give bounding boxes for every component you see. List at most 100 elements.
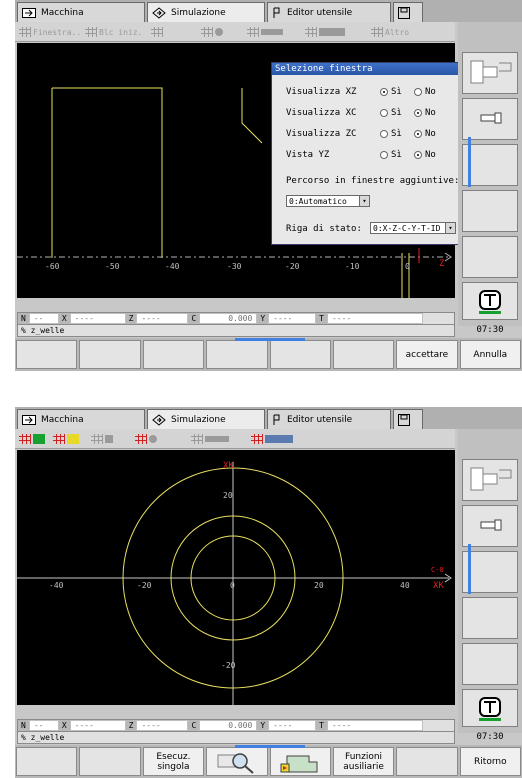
status-row-select[interactable]: 0:X-Z-C-Y-T-ID ▾ xyxy=(370,222,456,234)
tool-holder-icon xyxy=(273,414,280,425)
path-view-button[interactable] xyxy=(191,432,229,446)
path-label: Percorso in finestre aggiuntive: xyxy=(286,176,460,186)
axis-tick-label: 20 xyxy=(314,581,324,590)
softkey-empty-2[interactable] xyxy=(462,597,518,639)
block-display-button[interactable] xyxy=(269,747,331,776)
view-3d-button[interactable] xyxy=(251,432,293,446)
tab-save[interactable] xyxy=(393,409,423,429)
softkey-tool-table[interactable] xyxy=(462,282,518,320)
status-line: N -- X ---- Z ---- C 0.000 Y ---- T ---- % z_w… xyxy=(17,719,455,745)
radio-zc-no[interactable]: No xyxy=(414,129,436,139)
radio-yz-yes[interactable]: Sì xyxy=(380,150,402,160)
axis-tick-label: 40 xyxy=(400,581,410,590)
tab-tool-editor[interactable]: Editor utensile xyxy=(267,409,391,429)
tab-simulation[interactable]: Simulazione xyxy=(147,2,265,22)
stop-button[interactable] xyxy=(91,432,113,446)
softkey-h5[interactable] xyxy=(269,340,331,369)
radio-xz-no[interactable]: No xyxy=(414,87,436,97)
aux-functions-button[interactable]: Funzioni ausiliarie xyxy=(332,747,395,776)
view-3d-button[interactable] xyxy=(305,25,345,39)
tab-simulation[interactable]: Simulazione xyxy=(147,409,265,429)
zoom-button[interactable] xyxy=(206,747,268,776)
axis-xk-top-label: XK xyxy=(223,461,234,471)
softkey-h1[interactable] xyxy=(16,747,78,776)
single-exec-button[interactable]: Esecuz. singola xyxy=(142,747,205,776)
radio-zc-yes[interactable]: Sì xyxy=(380,129,402,139)
solid-icon xyxy=(319,28,345,36)
contour-line xyxy=(52,87,163,258)
status-c: C 0.000 xyxy=(188,313,258,324)
other-button[interactable]: Altro xyxy=(371,25,409,39)
radio-xc-yes[interactable]: Sì xyxy=(380,108,402,118)
softkey-tool[interactable] xyxy=(462,98,518,140)
radio-label: Sì xyxy=(391,87,402,97)
tab-simulation-label: Simulazione xyxy=(171,7,226,18)
part-icon xyxy=(149,435,157,443)
tab-save[interactable] xyxy=(393,2,423,22)
axis-tick-label: 20 xyxy=(223,491,233,500)
radio-yz-no[interactable]: No xyxy=(414,150,436,160)
softkey-machine-view[interactable] xyxy=(462,459,518,501)
softkey-empty-3[interactable] xyxy=(462,643,518,685)
tab-machine[interactable]: Macchina xyxy=(17,409,145,429)
axis-xk-right-label: XK xyxy=(433,581,444,591)
radio-dot xyxy=(414,151,422,159)
softkey-h2[interactable] xyxy=(79,340,141,369)
radio-label: Sì xyxy=(391,129,402,139)
c-label: C xyxy=(188,313,200,324)
grid-icon xyxy=(191,434,203,444)
path-select[interactable]: 0:Automatico ▾ xyxy=(286,195,370,207)
start-button[interactable] xyxy=(19,432,45,446)
part-icon xyxy=(215,28,223,36)
window-select-button[interactable]: Finestra.. xyxy=(19,25,81,39)
dialog-title: Selezione finestra xyxy=(272,63,466,75)
radio-label: No xyxy=(425,108,436,118)
radio-xc-no[interactable]: No xyxy=(414,108,436,118)
x-value: ---- xyxy=(69,313,126,324)
softkey-tool-table[interactable] xyxy=(462,689,518,727)
radio-label: Sì xyxy=(391,108,402,118)
axis-tick-label: -50 xyxy=(105,262,120,271)
row-label-yz: Vista YZ xyxy=(286,150,330,160)
softkey-tool[interactable] xyxy=(462,505,518,547)
y-value: ---- xyxy=(268,313,317,324)
softkey-page-indicator xyxy=(235,745,305,748)
block-start-button[interactable]: Blc iniz. xyxy=(85,25,142,39)
simulation-canvas[interactable]: -40 -20 0 20 40 20 -20 XK C-0 XK xyxy=(17,450,455,705)
radio-dot xyxy=(414,109,422,117)
t-value: ---- xyxy=(326,720,423,731)
z-value: ---- xyxy=(136,313,189,324)
path-view-button[interactable] xyxy=(247,25,283,39)
z-label: Z xyxy=(125,720,137,731)
tab-machine-label: Macchina xyxy=(41,7,84,18)
tool-view-button[interactable] xyxy=(135,432,157,446)
cancel-button[interactable]: Annulla xyxy=(459,340,521,369)
status-row-label: Riga di stato: xyxy=(286,224,362,234)
softkey-empty-2[interactable] xyxy=(462,190,518,232)
simulation-diamond-icon xyxy=(152,413,166,426)
tool-view-button[interactable] xyxy=(201,25,223,39)
t-label: T xyxy=(316,720,327,731)
arrow-right-icon xyxy=(22,7,36,18)
radio-xz-yes[interactable]: Sì xyxy=(380,87,402,97)
softkey-empty-3[interactable] xyxy=(462,236,518,278)
accept-button[interactable]: accettare xyxy=(396,340,458,369)
softkey-h7[interactable] xyxy=(396,747,458,776)
softkey-h6[interactable] xyxy=(332,340,395,369)
block-start-button[interactable] xyxy=(53,432,79,446)
softkey-h4[interactable] xyxy=(206,340,268,369)
axis-tick-label: 0 xyxy=(230,581,235,590)
softkey-h1[interactable] xyxy=(16,340,78,369)
softkey-machine-view[interactable] xyxy=(462,52,518,94)
softkey-h3[interactable] xyxy=(142,340,205,369)
softkey-h2[interactable] xyxy=(79,747,141,776)
axis-tick-label: -10 xyxy=(345,262,360,271)
status-n: N -- xyxy=(18,313,59,324)
tab-machine[interactable]: Macchina xyxy=(17,2,145,22)
y-label: Y xyxy=(257,720,269,731)
grid-button[interactable] xyxy=(151,25,163,39)
simulation-toolbar: Finestra.. Blc iniz. Altro xyxy=(15,22,455,42)
tool-t-icon xyxy=(479,290,501,314)
tab-tool-editor[interactable]: Editor utensile xyxy=(267,2,391,22)
back-button[interactable]: Ritorno xyxy=(459,747,521,776)
